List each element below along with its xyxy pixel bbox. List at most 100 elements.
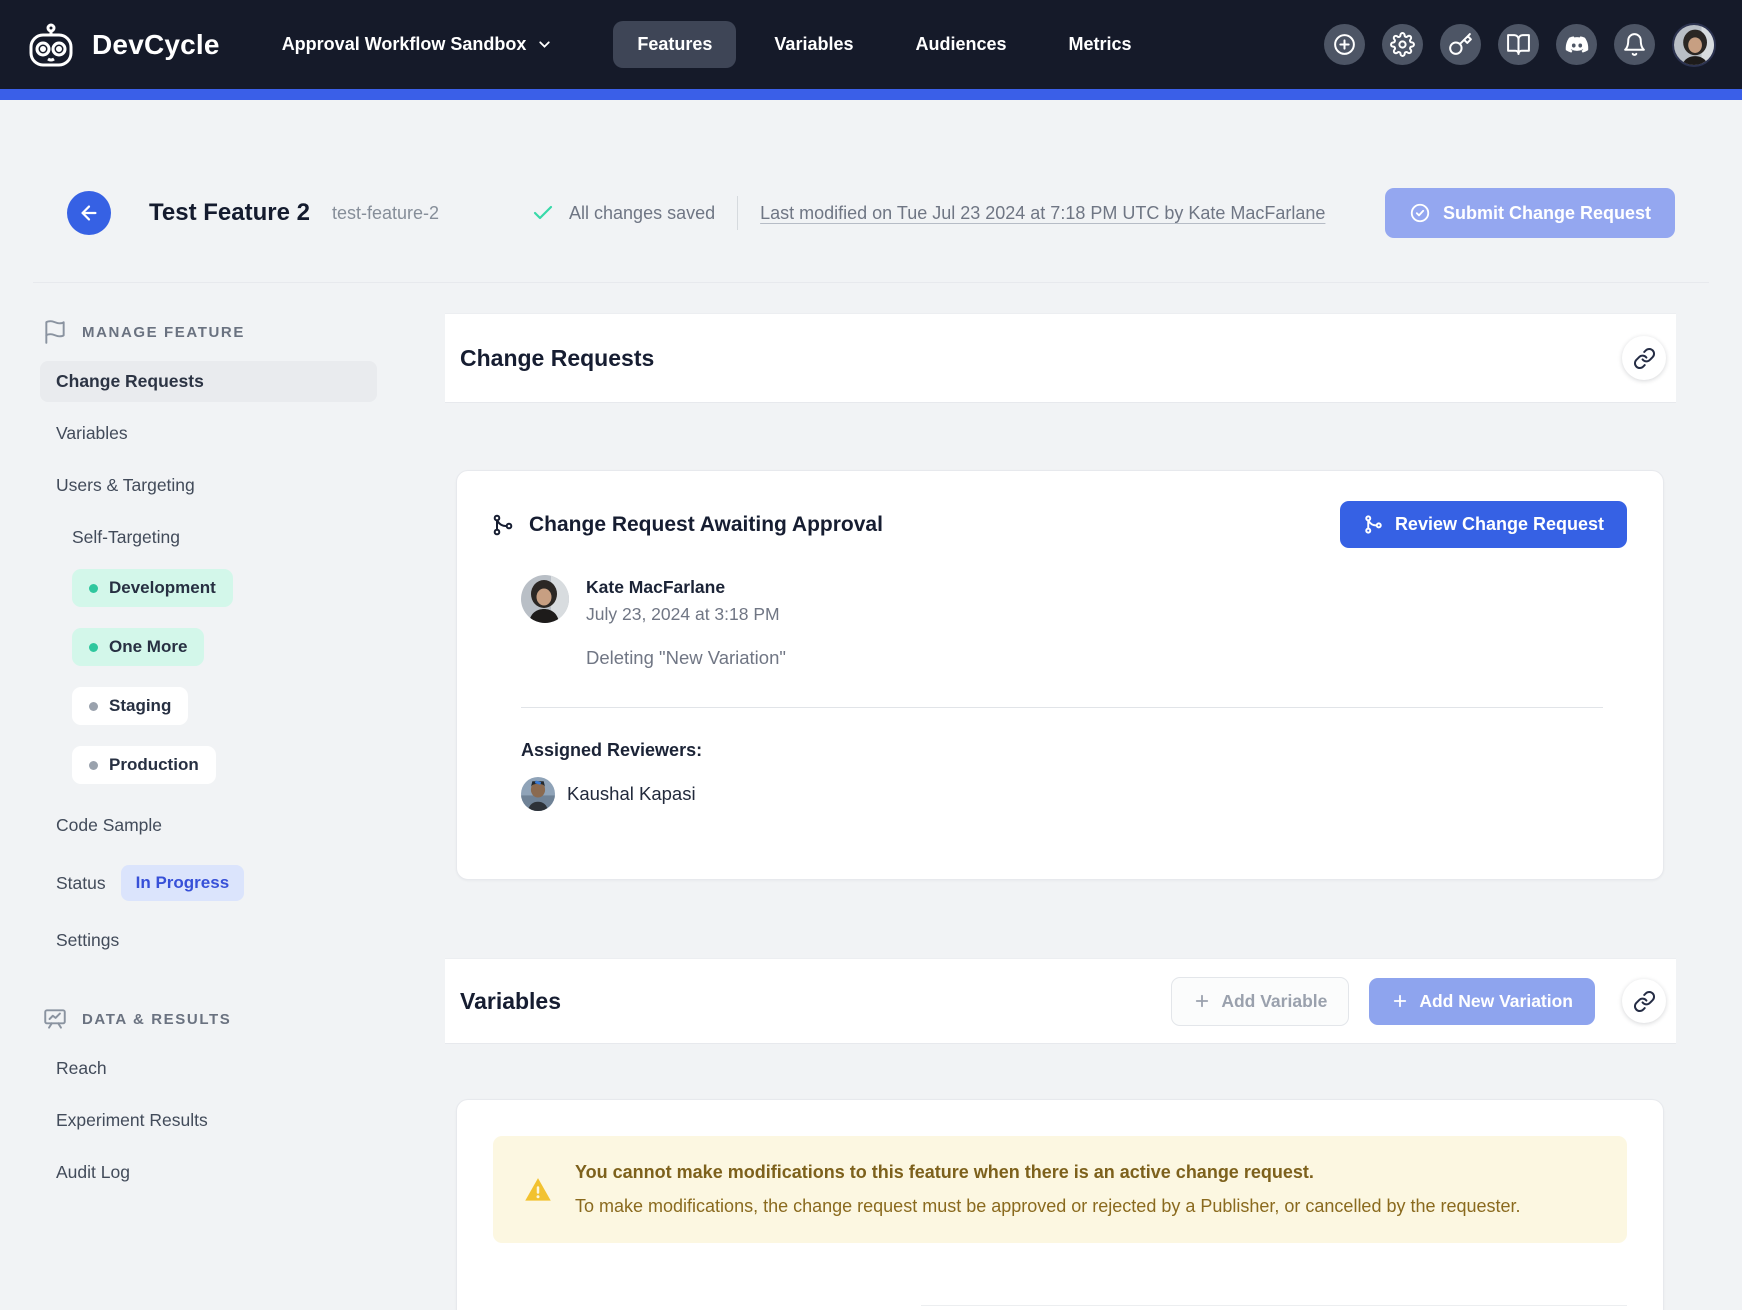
save-status-label: All changes saved <box>569 203 715 224</box>
sidebar-item-audit-log[interactable]: Audit Log <box>40 1152 377 1193</box>
reviewer-avatar <box>521 777 555 811</box>
change-request-card-header: Change Request Awaiting Approval Review … <box>491 501 1627 548</box>
feature-title: Test Feature 2 <box>149 199 310 227</box>
sidebar-item-reach[interactable]: Reach <box>40 1048 377 1089</box>
manage-feature-section-header: MANAGE FEATURE <box>42 319 417 345</box>
accent-bar <box>0 89 1742 100</box>
feature-sidebar: MANAGE FEATURE Change Requests Variables… <box>0 313 445 1204</box>
review-change-request-button[interactable]: Review Change Request <box>1340 501 1627 548</box>
settings-button[interactable] <box>1382 24 1423 65</box>
env-pill-label: Development <box>109 578 216 598</box>
plus-icon <box>1193 992 1211 1010</box>
requester-name: Kate MacFarlane <box>586 575 780 598</box>
check-icon <box>531 201 555 225</box>
navbar-actions <box>1324 23 1716 67</box>
chevron-down-icon <box>536 36 553 53</box>
env-pill-staging[interactable]: Staging <box>72 687 188 725</box>
git-merge-icon <box>491 513 515 537</box>
change-requests-panel-header: Change Requests <box>445 313 1676 403</box>
tab-audiences[interactable]: Audiences <box>891 21 1030 68</box>
copy-section-link-button[interactable] <box>1622 336 1666 380</box>
copy-section-link-button[interactable] <box>1622 979 1666 1023</box>
sidebar-item-change-requests[interactable]: Change Requests <box>40 361 377 402</box>
change-request-card-title: Change Request Awaiting Approval <box>529 513 883 537</box>
feature-header: Test Feature 2 test-feature-2 All change… <box>33 100 1709 283</box>
change-requests-panel-title: Change Requests <box>460 345 654 372</box>
env-pill-label: One More <box>109 637 187 657</box>
project-selector[interactable]: Approval Workflow Sandbox <box>282 34 554 55</box>
sidebar-item-code-sample[interactable]: Code Sample <box>40 805 377 846</box>
create-button[interactable] <box>1324 24 1365 65</box>
warning-text-group: You cannot make modifications to this fe… <box>575 1162 1521 1217</box>
back-button[interactable] <box>67 191 111 235</box>
primary-nav-tabs: Features Variables Audiences Metrics <box>613 21 1155 68</box>
check-circle-icon <box>1409 202 1431 224</box>
env-pill-one-more[interactable]: One More <box>72 628 204 666</box>
gear-icon <box>1390 32 1415 57</box>
add-variable-label: Add Variable <box>1221 991 1327 1012</box>
plus-circle-icon <box>1332 32 1357 57</box>
discord-icon <box>1564 32 1590 58</box>
feature-slug: test-feature-2 <box>332 203 439 224</box>
env-pill-label: Production <box>109 755 199 775</box>
warning-triangle-icon <box>523 1175 553 1205</box>
last-modified-link[interactable]: Last modified on Tue Jul 23 2024 at 7:18… <box>760 203 1325 224</box>
devcycle-logo[interactable]: DevCycle <box>26 22 220 68</box>
sidebar-item-experiment-results[interactable]: Experiment Results <box>40 1100 377 1141</box>
add-variable-button[interactable]: Add Variable <box>1171 977 1349 1026</box>
docs-button[interactable] <box>1498 24 1539 65</box>
presentation-chart-icon <box>42 1006 68 1032</box>
notifications-button[interactable] <box>1614 24 1655 65</box>
data-results-section-header: DATA & RESULTS <box>42 1006 417 1032</box>
variables-panel-header: Variables Add Variable Add New Variation <box>445 958 1676 1044</box>
sidebar-item-users-targeting[interactable]: Users & Targeting <box>40 465 377 506</box>
change-request-card: Change Request Awaiting Approval Review … <box>456 470 1664 880</box>
header-divider <box>737 196 738 230</box>
variables-table-divider <box>921 1305 1627 1306</box>
book-open-icon <box>1506 32 1531 57</box>
sidebar-item-variables[interactable]: Variables <box>40 413 377 454</box>
manage-feature-title: MANAGE FEATURE <box>82 324 245 341</box>
main-content: Change Requests Change Request Awaiting … <box>445 313 1676 1310</box>
status-label: Status <box>56 873 106 894</box>
sidebar-item-self-targeting[interactable]: Self-Targeting <box>56 517 393 558</box>
submit-change-request-button[interactable]: Submit Change Request <box>1385 188 1675 238</box>
env-status-dot <box>89 584 98 593</box>
discord-button[interactable] <box>1556 24 1597 65</box>
tab-features[interactable]: Features <box>613 21 736 68</box>
env-pill-production[interactable]: Production <box>72 746 216 784</box>
requested-at: July 23, 2024 at 3:18 PM <box>586 604 780 625</box>
devcycle-robot-icon <box>26 22 80 68</box>
api-keys-button[interactable] <box>1440 24 1481 65</box>
top-navbar: DevCycle Approval Workflow Sandbox Featu… <box>0 0 1742 89</box>
git-merge-icon <box>1363 514 1384 535</box>
save-status: All changes saved <box>531 201 715 225</box>
review-change-request-label: Review Change Request <box>1395 514 1604 535</box>
plus-icon <box>1391 992 1409 1010</box>
add-new-variation-label: Add New Variation <box>1419 991 1573 1012</box>
env-status-dot <box>89 643 98 652</box>
content-row: MANAGE FEATURE Change Requests Variables… <box>0 283 1742 1310</box>
change-request-description: Deleting "New Variation" <box>586 647 1627 669</box>
project-selector-label: Approval Workflow Sandbox <box>282 34 527 55</box>
requester-meta: Kate MacFarlane July 23, 2024 at 3:18 PM <box>586 575 780 625</box>
env-pill-development[interactable]: Development <box>72 569 233 607</box>
tab-metrics[interactable]: Metrics <box>1045 21 1156 68</box>
environment-pills: Development One More Staging Production <box>40 569 417 805</box>
status-badge: In Progress <box>121 865 245 901</box>
env-status-dot <box>89 761 98 770</box>
sidebar-item-settings[interactable]: Settings <box>40 920 377 961</box>
link-icon <box>1633 990 1656 1013</box>
bell-icon <box>1622 32 1647 57</box>
sidebar-item-status[interactable]: Status In Progress <box>40 857 417 909</box>
arrow-left-icon <box>78 202 100 224</box>
data-results-title: DATA & RESULTS <box>82 1011 231 1028</box>
warning-body: To make modifications, the change reques… <box>575 1196 1521 1217</box>
card-divider <box>521 707 1603 708</box>
add-new-variation-button[interactable]: Add New Variation <box>1369 978 1595 1025</box>
user-avatar[interactable] <box>1672 23 1716 67</box>
tab-variables[interactable]: Variables <box>750 21 877 68</box>
sidebar-spacer <box>40 972 417 1006</box>
link-icon <box>1633 347 1656 370</box>
flag-icon <box>42 319 68 345</box>
